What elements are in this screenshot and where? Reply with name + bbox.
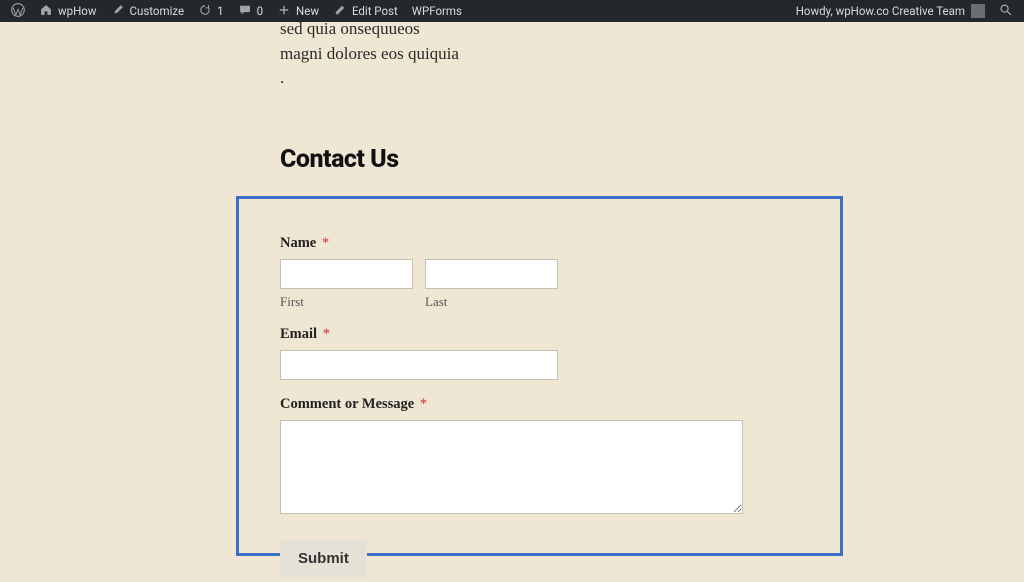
admin-bar-right: Howdy, wpHow.co Creative Team <box>789 0 1020 22</box>
required-mark: * <box>322 235 329 251</box>
message-label-text: Comment or Message <box>280 396 414 412</box>
comments-count: 0 <box>257 4 263 18</box>
last-name-input[interactable] <box>425 259 558 289</box>
name-label-text: Name <box>280 235 316 251</box>
my-account-menu[interactable]: Howdy, wpHow.co Creative Team <box>789 0 992 22</box>
email-label: Email * <box>280 326 786 343</box>
last-sublabel: Last <box>425 294 558 310</box>
edit-post-label: Edit Post <box>352 4 398 18</box>
email-field: Email * <box>280 326 786 380</box>
site-name-menu[interactable]: wpHow <box>32 0 104 22</box>
required-mark: * <box>420 396 427 412</box>
body-excerpt: sed quia onsequueos magni dolores eos qu… <box>280 17 460 91</box>
home-icon <box>39 3 53 20</box>
site-name-label: wpHow <box>58 4 97 18</box>
name-row: First Last <box>280 259 786 310</box>
wp-admin-bar: wpHow Customize 1 0 New <box>0 0 1024 22</box>
message-label: Comment or Message * <box>280 396 786 413</box>
new-label: New <box>296 4 319 18</box>
required-mark: * <box>323 326 330 342</box>
contact-form: Name * First Last Email <box>280 235 786 577</box>
avatar <box>971 4 985 18</box>
wordpress-icon <box>11 3 25 20</box>
page-content: sed quia onsequueos magni dolores eos qu… <box>0 22 1024 582</box>
wp-logo-menu[interactable] <box>4 0 32 22</box>
search-icon <box>999 3 1013 20</box>
wpforms-label: WPForms <box>412 4 462 18</box>
comment-icon <box>238 3 252 20</box>
first-name-col: First <box>280 259 413 310</box>
updates-menu[interactable]: 1 <box>191 0 230 22</box>
email-input[interactable] <box>280 350 558 380</box>
first-sublabel: First <box>280 294 413 310</box>
customize-label: Customize <box>130 4 185 18</box>
updates-count: 1 <box>217 4 223 18</box>
first-name-input[interactable] <box>280 259 413 289</box>
message-field: Comment or Message * <box>280 396 786 518</box>
contact-form-block: Name * First Last Email <box>236 196 843 556</box>
brush-icon <box>111 3 125 20</box>
email-label-text: Email <box>280 326 317 342</box>
comments-menu[interactable]: 0 <box>231 0 270 22</box>
page-heading: Contact Us <box>280 145 399 174</box>
message-textarea[interactable] <box>280 420 743 514</box>
name-label: Name * <box>280 235 786 252</box>
customize-menu[interactable]: Customize <box>104 0 192 22</box>
name-field: Name * First Last <box>280 235 786 310</box>
submit-button[interactable]: Submit <box>280 540 367 577</box>
refresh-icon <box>198 3 212 20</box>
howdy-label: Howdy, wpHow.co Creative Team <box>796 4 965 18</box>
search-menu[interactable] <box>992 0 1020 22</box>
last-name-col: Last <box>425 259 558 310</box>
